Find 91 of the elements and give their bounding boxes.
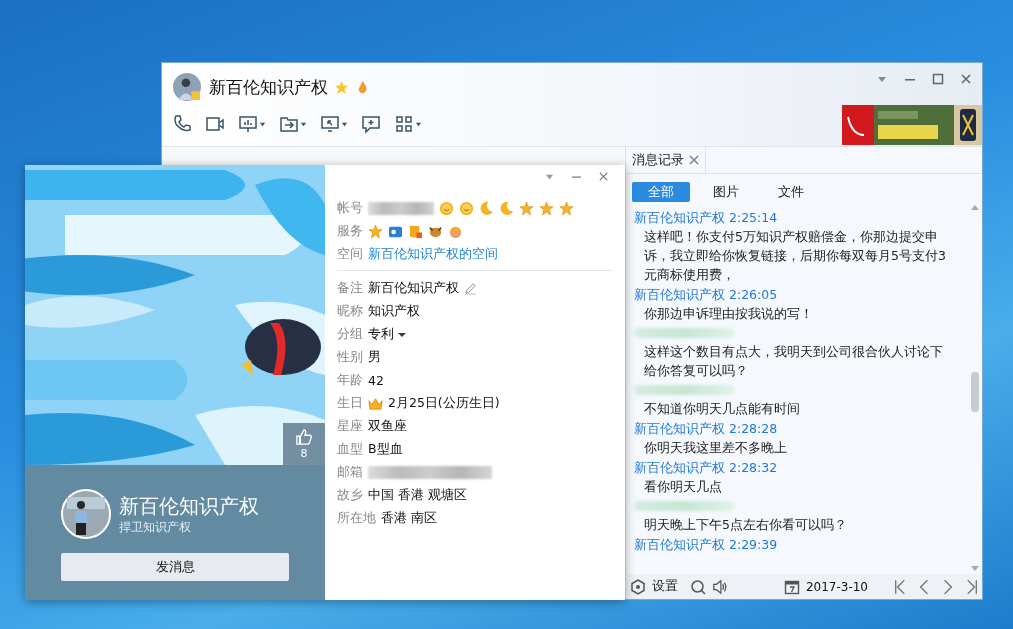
present-icon[interactable]	[238, 114, 258, 134]
sun-icon[interactable]	[439, 201, 454, 216]
note-icon[interactable]	[361, 114, 381, 134]
message-sender: 新百伦知识产权 2:26:05	[634, 286, 779, 304]
message-text: 不知道你明天几点能有时间	[643, 400, 801, 418]
remote-icon[interactable]	[320, 114, 340, 134]
field-label: 昵称	[337, 303, 363, 320]
calendar-icon[interactable]	[783, 578, 800, 595]
field-label: 生日	[337, 395, 363, 412]
caret-icon[interactable]	[259, 120, 266, 128]
message-text: 你明天我这里差不多晚上	[643, 439, 788, 457]
field-label: 故乡	[337, 487, 363, 504]
first-page-icon[interactable]	[894, 578, 906, 595]
field-value: 双鱼座	[368, 418, 407, 435]
field-value: 42	[368, 373, 384, 388]
message-sender: 新百伦知识产权 2:29:39	[634, 536, 779, 554]
thumbs-up-icon[interactable]	[295, 428, 313, 445]
field-label: 邮箱	[337, 464, 363, 481]
message-text: 看你明天几点	[643, 478, 723, 496]
avatar-icon[interactable]	[61, 489, 111, 539]
field-value: B型血	[368, 441, 403, 458]
message-sender: 新百伦知识产权 2:25:14	[634, 209, 779, 227]
pencil-icon[interactable]	[464, 282, 477, 295]
caret-icon[interactable]	[341, 120, 348, 128]
speaker-icon[interactable]	[712, 578, 728, 595]
field-label: 血型	[337, 441, 363, 458]
previous-icon[interactable]	[918, 578, 930, 595]
field-label: 备注	[337, 280, 363, 297]
apps-icon[interactable]	[394, 114, 414, 134]
crown-icon	[368, 396, 383, 411]
field-value: 香港 南区	[381, 510, 437, 527]
caret-icon[interactable]	[398, 331, 406, 338]
scroll-down-icon[interactable]	[971, 566, 979, 572]
message-text: 这样这个数目有点大，我明天到公司很合伙人讨论下给你答复可以吗？	[643, 343, 944, 380]
dog-icon[interactable]	[428, 224, 443, 239]
star-icon[interactable]	[559, 201, 574, 216]
monkey-icon[interactable]	[448, 224, 463, 239]
field-label: 服务	[337, 223, 363, 240]
send-message-button[interactable]: 发消息	[61, 553, 289, 581]
phone-icon[interactable]	[172, 114, 192, 134]
filter-tab[interactable]: 图片	[697, 182, 755, 202]
caret-icon[interactable]	[415, 120, 422, 128]
star-icon	[334, 79, 349, 95]
avatar-icon[interactable]	[173, 73, 201, 101]
star-icon[interactable]	[519, 201, 534, 216]
field-label: 空间	[337, 246, 363, 263]
message-text: 这样吧！你支付5万知识产权赔偿金，你那边提交申诉，我立即给你恢复链接，后期你每双每月5号支付3元商标使用费，	[643, 228, 947, 284]
shield-icon[interactable]	[408, 224, 423, 239]
search-icon[interactable]	[690, 578, 706, 595]
field-value: 中国 香港 观塘区	[368, 487, 467, 504]
field-value: 男	[368, 349, 381, 366]
caret-icon[interactable]	[300, 120, 307, 128]
message-sender: 新百伦知识产权 2:28:32	[634, 459, 779, 477]
history-tab[interactable]: 消息记录	[626, 147, 706, 173]
field-value: 2月25日(公历生日)	[388, 395, 500, 412]
scroll-up-icon[interactable]	[971, 204, 979, 210]
close-icon[interactable]	[960, 73, 972, 85]
field-label: 所在地	[337, 510, 376, 527]
field-label: 年龄	[337, 372, 363, 389]
next-icon[interactable]	[942, 578, 954, 595]
file-icon[interactable]	[279, 114, 299, 134]
scroll-thumb[interactable]	[971, 372, 979, 412]
star-icon[interactable]	[368, 224, 383, 239]
message-text: 你那边申诉理由按我说的写！	[643, 305, 814, 323]
settings-label[interactable]: 设置	[652, 578, 678, 595]
message-text: 明天晚上下午5点左右你看可以吗？	[643, 516, 848, 534]
window-title: 新百伦知识产权	[209, 75, 328, 99]
card-icon[interactable]	[388, 224, 403, 239]
field-label: 星座	[337, 418, 363, 435]
settings-icon[interactable]	[630, 578, 646, 595]
blurred-value	[368, 202, 434, 215]
profile-signature: 捍卫知识产权	[119, 518, 192, 536]
filter-tab[interactable]: 全部	[632, 182, 690, 202]
video-icon[interactable]	[205, 114, 225, 134]
close-icon[interactable]	[598, 171, 609, 182]
filter-tab[interactable]: 文件	[762, 182, 820, 202]
field-value: 新百伦知识产权	[368, 280, 459, 297]
profile-name: 新百伦知识产权	[119, 492, 259, 519]
date-label: 2017-3-10	[805, 579, 868, 594]
group-dropdown[interactable]: 专利	[368, 326, 406, 343]
space-link[interactable]: 新百伦知识产权的空间	[368, 246, 498, 263]
close-icon[interactable]	[689, 155, 699, 165]
field-label: 帐号	[337, 200, 363, 217]
sun-icon[interactable]	[459, 201, 474, 216]
field-value: 知识产权	[368, 303, 420, 320]
message-sender: 新百伦知识产权 2:28:28	[634, 420, 779, 438]
field-label: 分组	[337, 326, 363, 343]
last-page-icon[interactable]	[966, 578, 978, 595]
star-icon[interactable]	[539, 201, 554, 216]
maximize-icon[interactable]	[932, 73, 944, 85]
field-label: 性别	[337, 349, 363, 366]
